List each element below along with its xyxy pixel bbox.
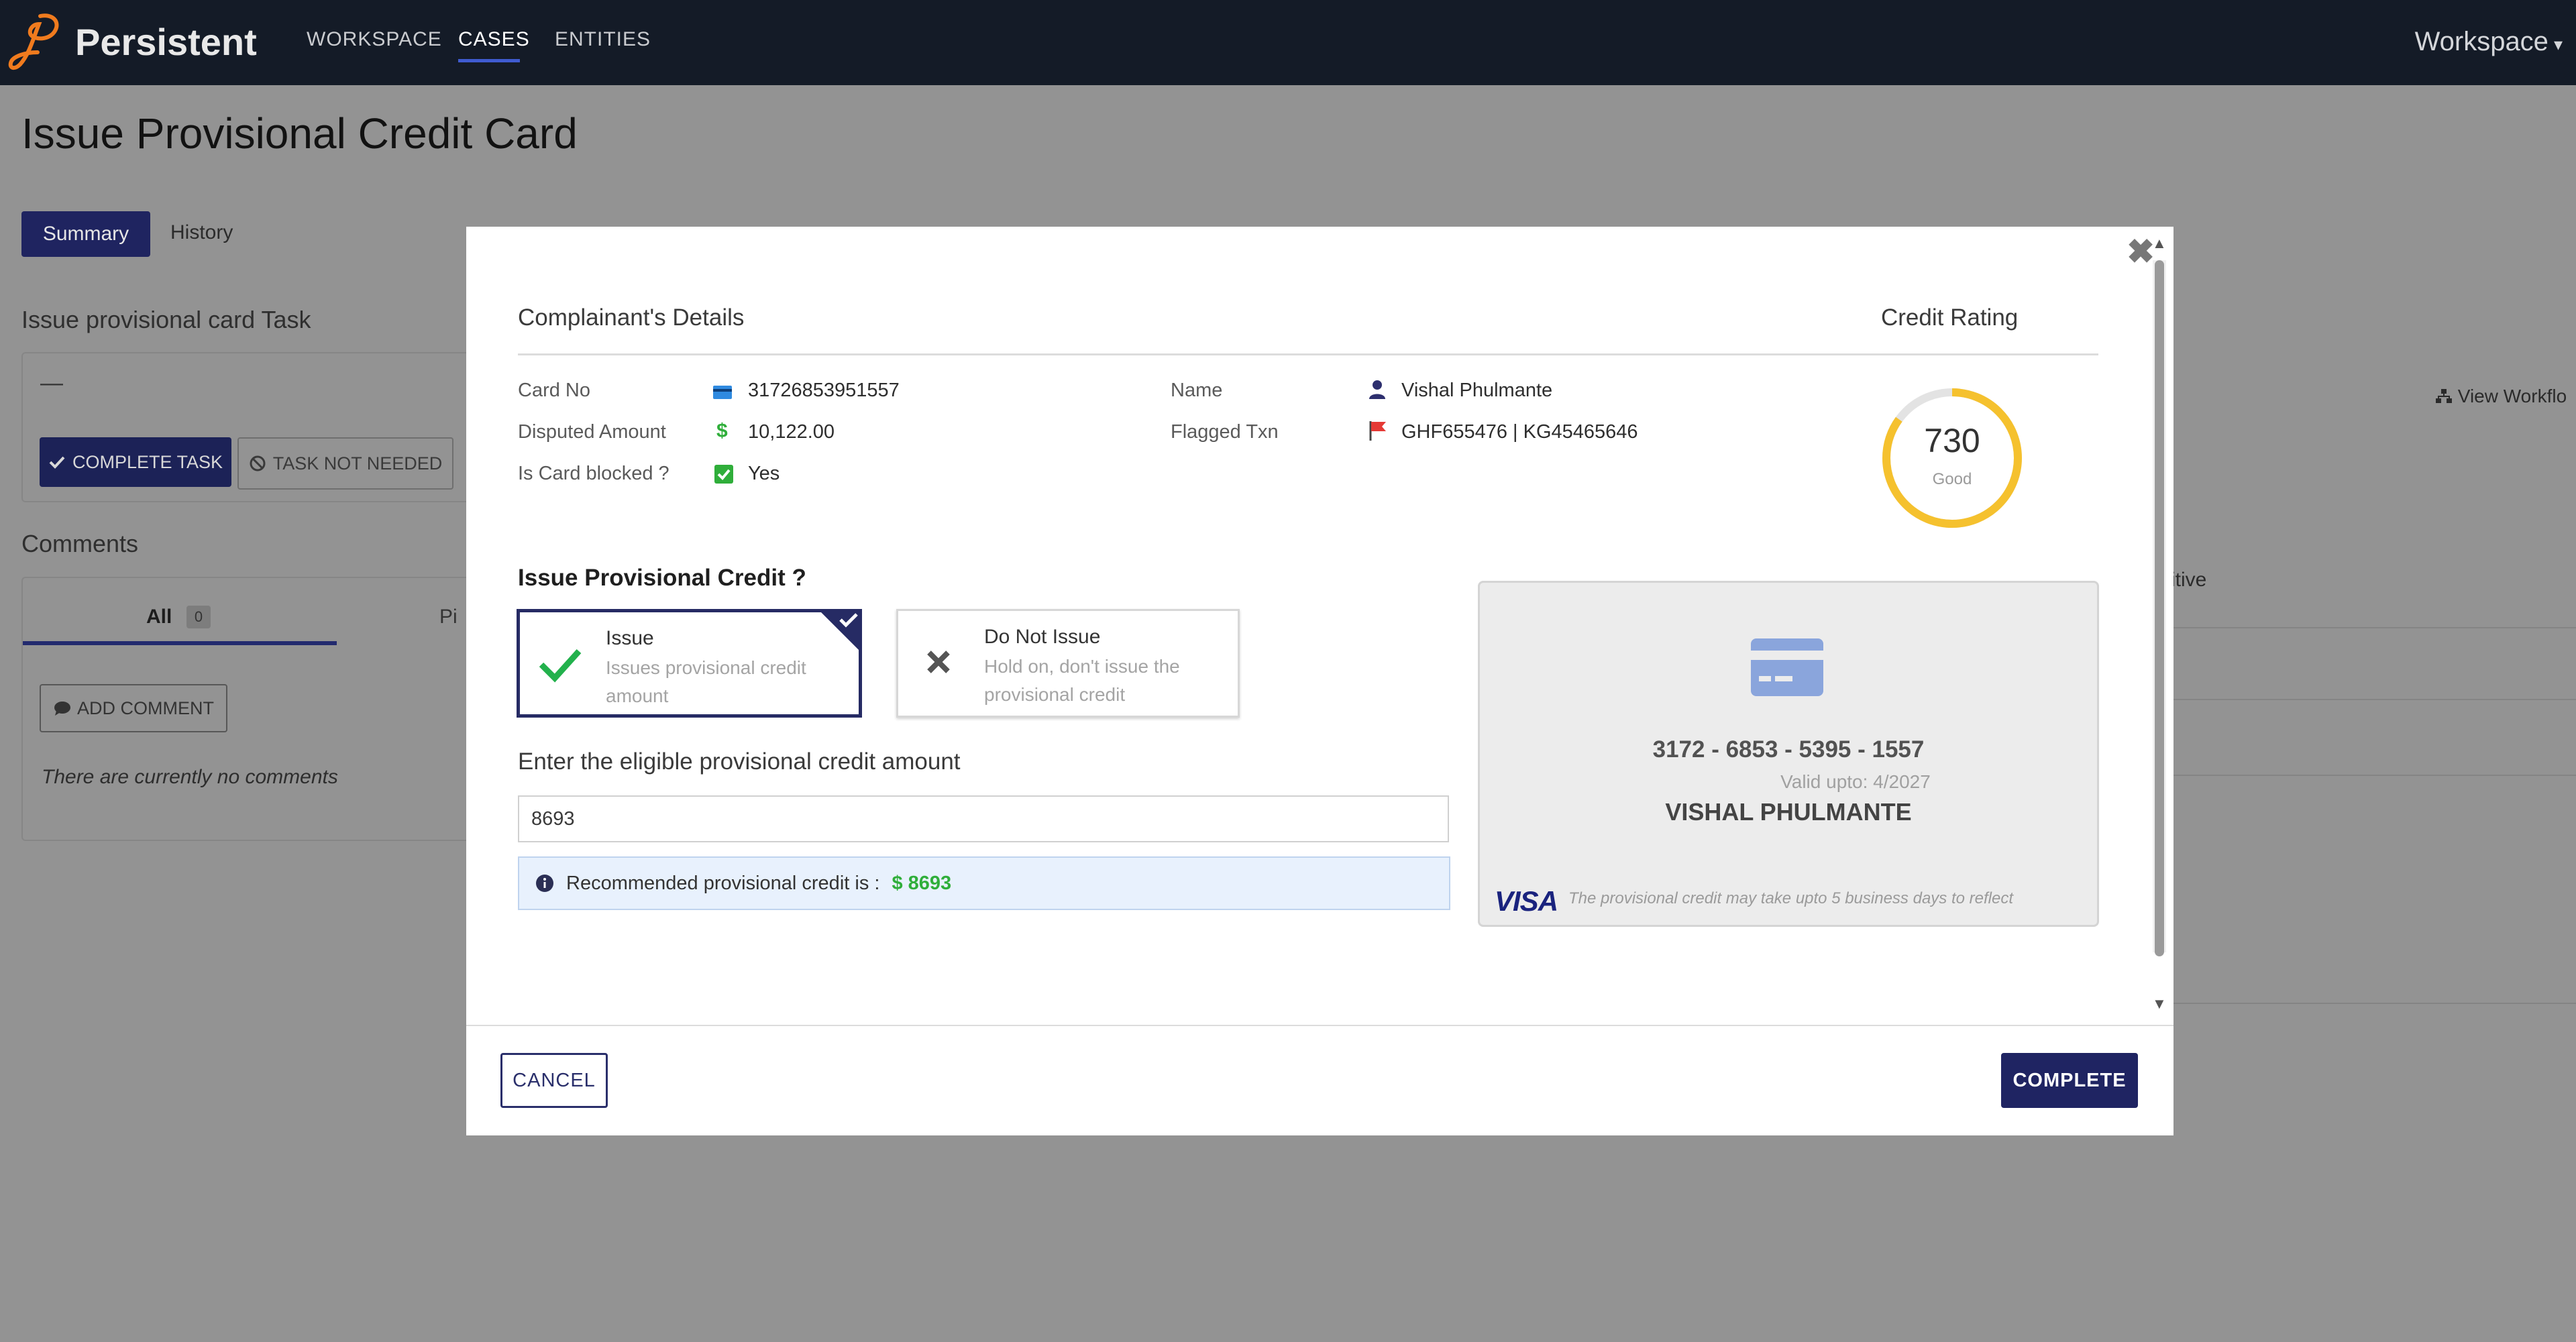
recommendation-text: Recommended provisional credit is : [566, 872, 880, 894]
task-not-needed-button[interactable]: TASK NOT NEEDED [237, 437, 453, 490]
credit-card-icon [713, 386, 732, 399]
tab-history[interactable]: History [170, 221, 233, 244]
comments-title: Comments [21, 530, 139, 557]
caret-down-icon: ▾ [2553, 34, 2563, 54]
dollar-icon: $ [716, 420, 728, 442]
card-valid-upto: Valid upto: 4/2027 [1780, 771, 1931, 792]
view-workflow-label: View Workflo [2457, 386, 2567, 406]
sitemap-icon [2436, 389, 2452, 403]
add-comment-button[interactable]: ADD COMMENT [40, 684, 227, 732]
task-placeholder: — [40, 370, 63, 396]
name-label: Name [1171, 380, 1223, 401]
disputed-amount-label: Disputed Amount [518, 421, 666, 443]
selected-corner-check-icon [818, 609, 862, 653]
option-issue-desc: Issues provisional credit amount [606, 657, 806, 706]
scroll-down-icon[interactable]: ▼ [2152, 995, 2167, 1013]
credit-amount-input[interactable] [518, 795, 1449, 842]
card-blocked-value: Yes [748, 463, 780, 484]
ban-icon [250, 455, 266, 471]
persistent-logo-icon[interactable] [5, 11, 66, 72]
check-icon [49, 456, 65, 469]
nav-cases[interactable]: CASES [458, 28, 530, 51]
check-icon [539, 649, 582, 683]
nav-active-indicator [458, 59, 520, 62]
user-icon [1369, 380, 1385, 399]
right-divider [2167, 775, 2576, 776]
task-section-title: Issue provisional card Task [21, 306, 311, 333]
info-icon [536, 875, 553, 892]
card-holder-name: VISHAL PHULMANTE [1665, 798, 1912, 826]
right-partial-text: itive [2171, 569, 2207, 591]
visa-logo: VISA [1495, 885, 1558, 917]
right-divider [2167, 699, 2576, 700]
tab-summary[interactable]: Summary [21, 211, 150, 257]
credit-rating-label: Good [1932, 470, 1972, 488]
task-not-needed-label: TASK NOT NEEDED [272, 453, 443, 473]
option-do-not-issue-title: Do Not Issue [984, 626, 1101, 648]
card-number: 3172 - 6853 - 5395 - 1557 [1652, 736, 1925, 763]
credit-amount-label: Enter the eligible provisional credit am… [518, 748, 961, 775]
modal-scrollbar-thumb[interactable] [2155, 260, 2164, 956]
credit-rating-title: Credit Rating [1881, 304, 2019, 331]
flagged-txn-value: GHF655476 | KG45465646 [1401, 421, 1638, 443]
flagged-txn-label: Flagged Txn [1171, 421, 1279, 443]
page-title: Issue Provisional Credit Card [21, 109, 578, 158]
complete-task-label: COMPLETE TASK [72, 451, 223, 472]
complete-button[interactable]: COMPLETE [2001, 1053, 2138, 1108]
card-no-value: 31726853951557 [748, 380, 900, 401]
option-issue-title: Issue [606, 627, 654, 649]
right-divider [2167, 627, 2576, 628]
disputed-amount-value: 10,122.00 [748, 421, 835, 443]
close-icon[interactable]: ✖ [2127, 232, 2155, 271]
scroll-up-icon[interactable]: ▲ [2152, 235, 2167, 252]
card-processing-note: The provisional credit may take upto 5 b… [1568, 889, 2013, 907]
complainant-details-title: Complainant's Details [518, 304, 745, 331]
modal-footer-divider [466, 1025, 2174, 1026]
recommendation-amount: $ 8693 [892, 872, 952, 894]
top-navbar: Persistent WORKSPACE CASES ENTITIES Work… [0, 0, 2576, 85]
credit-rating-score: 730 [1924, 422, 1980, 459]
option-do-not-issue-card[interactable]: Do Not Issue Hold on, don't issue the pr… [896, 609, 1240, 718]
complete-task-button[interactable]: COMPLETE TASK [40, 437, 231, 487]
option-issue-card[interactable]: Issue Issues provisional credit amount [517, 609, 862, 718]
credit-card-icon [1751, 638, 1823, 696]
comments-tab-indicator [23, 641, 337, 645]
name-value: Vishal Phulmante [1401, 380, 1553, 401]
comments-tab-all[interactable]: All [146, 606, 172, 628]
flag-icon [1369, 421, 1386, 441]
details-divider [518, 353, 2098, 355]
comments-count-badge: 0 [186, 606, 211, 628]
workspace-label: Workspace [2414, 27, 2548, 56]
comments-tab-pinned[interactable]: Pi [439, 606, 458, 628]
right-divider [2167, 1003, 2576, 1004]
close-x-icon [927, 651, 950, 673]
issue-credit-question: Issue Provisional Credit ? [518, 565, 806, 591]
workspace-menu[interactable]: Workspace ▾ [2415, 27, 2563, 57]
recommendation-banner: Recommended provisional credit is : $ 86… [518, 856, 1450, 910]
nav-workspace[interactable]: WORKSPACE [307, 28, 442, 51]
view-workflow-link[interactable]: View Workflo [2435, 386, 2567, 407]
option-do-not-issue-desc: Hold on, don't issue the provisional cre… [984, 656, 1180, 705]
brand-name[interactable]: Persistent [75, 20, 257, 64]
cancel-button[interactable]: CANCEL [500, 1053, 608, 1108]
card-no-label: Card No [518, 380, 590, 401]
add-comment-label: ADD COMMENT [77, 697, 214, 718]
comment-icon [54, 702, 70, 716]
no-comments-text: There are currently no comments [42, 766, 338, 788]
card-blocked-label: Is Card blocked ? [518, 463, 669, 484]
checkbox-checked-icon [714, 465, 733, 484]
nav-entities[interactable]: ENTITIES [555, 28, 651, 51]
